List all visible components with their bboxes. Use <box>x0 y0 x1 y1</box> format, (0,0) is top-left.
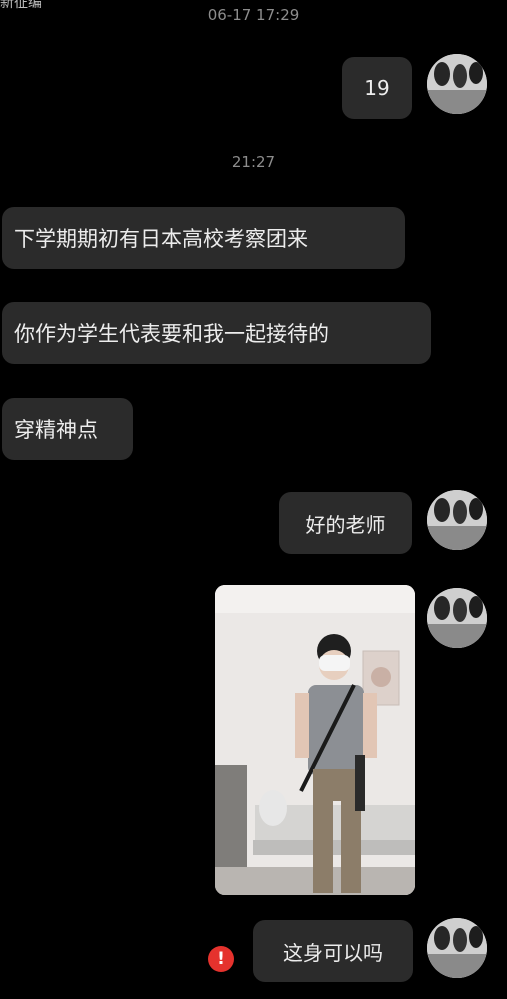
message-bubble-right[interactable]: 19 <box>342 57 412 119</box>
message-bubble-left[interactable]: 下学期期初有日本高校考察团来 <box>2 207 405 269</box>
avatar[interactable] <box>427 490 487 550</box>
message-bubble-right[interactable]: 好的老师 <box>279 492 412 554</box>
message-bubble-left[interactable]: 穿精神点 <box>2 398 133 460</box>
error-icon[interactable]: ! <box>208 946 234 972</box>
photo-image <box>215 585 415 895</box>
time-separator: 21:27 <box>231 153 276 171</box>
photo-message[interactable] <box>215 585 415 895</box>
timestamp-top: 06-17 17:29 <box>207 6 300 24</box>
message-bubble-left[interactable]: 你作为学生代表要和我一起接待的 <box>2 302 431 364</box>
avatar[interactable] <box>427 54 487 114</box>
avatar[interactable] <box>427 918 487 978</box>
message-bubble-right[interactable]: 这身可以吗 <box>253 920 413 982</box>
avatar[interactable] <box>427 588 487 648</box>
